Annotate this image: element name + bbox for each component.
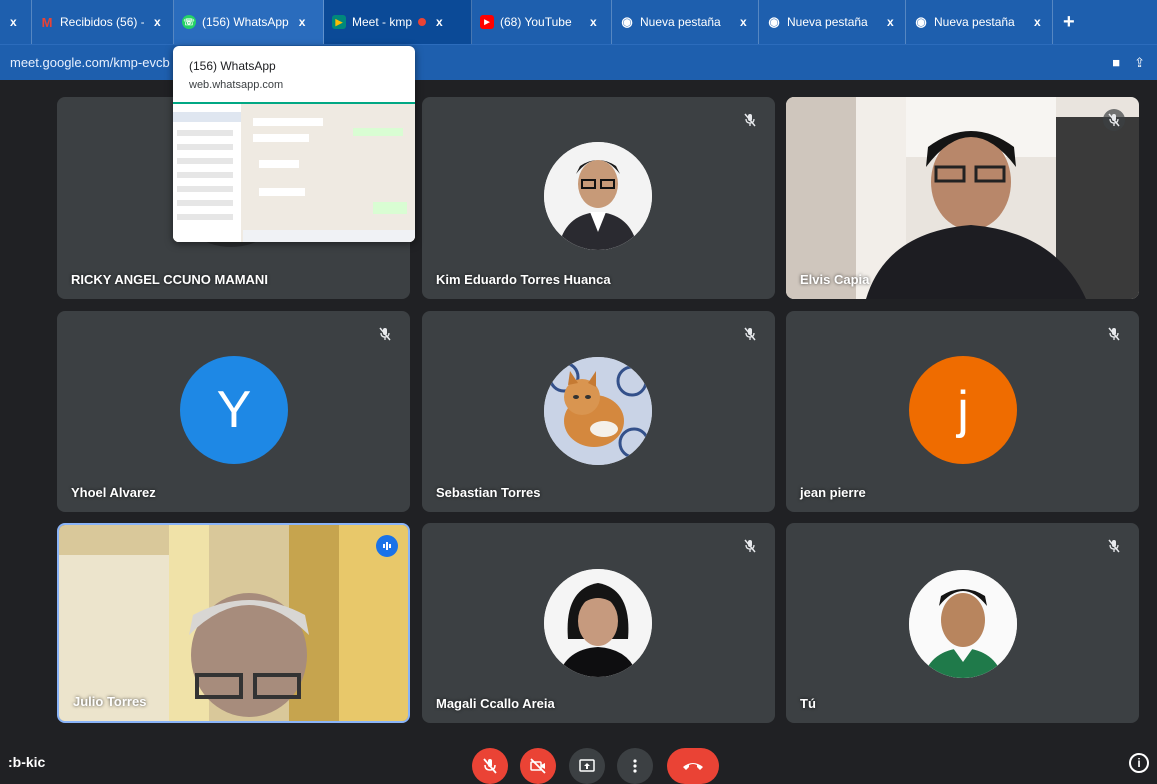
participant-name: Tú <box>800 696 816 711</box>
participant-name: Sebastian Torres <box>436 485 541 500</box>
avatar <box>909 570 1017 678</box>
participant-tile[interactable]: Magali Ccallo Areia <box>422 523 775 723</box>
tab-title: Nueva pestaña <box>934 15 1015 29</box>
youtube-icon: ▶ <box>480 15 494 29</box>
meeting-code: :b-kic <box>8 754 46 770</box>
close-icon[interactable]: x <box>154 15 161 29</box>
chrome-icon: ◉ <box>768 14 780 29</box>
camera-toggle-button[interactable] <box>520 748 556 784</box>
recording-dot-icon <box>418 18 426 26</box>
tab-title: Meet - kmp- <box>352 15 412 29</box>
participant-tile[interactable]: Sebastian Torres <box>422 311 775 512</box>
mic-off-icon <box>374 323 396 345</box>
close-icon[interactable]: x <box>1034 15 1041 29</box>
avatar: Y <box>180 356 288 464</box>
tab-meet[interactable]: ▶ Meet - kmp- x <box>324 0 472 44</box>
gmail-icon: M <box>41 14 53 30</box>
mic-off-icon <box>739 323 761 345</box>
more-options-button[interactable] <box>617 748 653 784</box>
tab-title: (68) YouTube <box>500 15 572 29</box>
url-text[interactable]: meet.google.com/kmp-evcb <box>10 55 170 70</box>
more-vert-icon <box>633 759 637 773</box>
leave-call-button[interactable] <box>667 748 719 784</box>
close-icon[interactable]: x <box>436 15 443 29</box>
tab-new-1[interactable]: ◉ Nueva pestaña x <box>612 0 759 44</box>
avatar <box>544 357 652 465</box>
present-screen-button[interactable] <box>569 748 605 784</box>
participant-tile-speaking[interactable]: Julio Torres <box>57 523 410 723</box>
tab-partial[interactable]: x <box>6 0 32 44</box>
mic-toggle-button[interactable] <box>472 748 508 784</box>
tab-new-3[interactable]: ◉ Nueva pestaña x <box>906 0 1053 44</box>
new-tab-button[interactable]: + <box>1053 11 1085 34</box>
participant-tile[interactable]: Tú <box>786 523 1139 723</box>
camera-off-icon <box>530 758 546 774</box>
avatar <box>544 142 652 250</box>
preview-title: (156) WhatsApp <box>189 59 276 73</box>
avatar <box>544 569 652 677</box>
participant-name: Julio Torres <box>73 694 147 709</box>
tab-title: Recibidos (56) - jc <box>60 15 144 29</box>
participant-name: Yhoel Alvarez <box>71 485 156 500</box>
avatar: j <box>909 356 1017 464</box>
whatsapp-icon: ☏ <box>182 15 196 29</box>
chrome-icon: ◉ <box>915 14 927 29</box>
close-icon[interactable]: x <box>887 15 894 29</box>
mic-off-icon <box>1103 109 1125 131</box>
mic-off-icon <box>739 109 761 131</box>
preview-url: web.whatsapp.com <box>189 79 284 91</box>
tab-youtube[interactable]: ▶ (68) YouTube x <box>472 0 612 44</box>
participant-name: Elvis Capia <box>800 272 870 287</box>
tab-new-2[interactable]: ◉ Nueva pestaña x <box>759 0 906 44</box>
close-icon[interactable]: x <box>10 15 17 29</box>
participant-tile[interactable]: j jean pierre <box>786 311 1139 512</box>
mic-off-icon <box>1103 535 1125 557</box>
participant-video <box>786 97 1139 299</box>
mic-off-icon <box>483 758 497 774</box>
tab-gmail[interactable]: M Recibidos (56) - jc x <box>32 0 174 44</box>
preview-thumbnail <box>173 104 415 242</box>
tab-title: Nueva pestaña <box>787 15 868 29</box>
participant-tile[interactable]: Kim Eduardo Torres Huanca <box>422 97 775 299</box>
chrome-icon: ◉ <box>621 14 633 29</box>
meet-icon: ▶ <box>332 15 346 29</box>
close-icon[interactable]: x <box>740 15 747 29</box>
tab-hover-preview: (156) WhatsApp web.whatsapp.com <box>173 46 415 242</box>
participant-name: Kim Eduardo Torres Huanca <box>436 272 611 287</box>
participant-video <box>59 525 408 721</box>
participant-name: RICKY ANGEL CCUNO MAMANI <box>71 272 268 287</box>
close-icon[interactable]: x <box>590 15 597 29</box>
speaking-indicator-icon <box>376 535 398 557</box>
present-icon <box>579 759 595 772</box>
tab-bar: x M Recibidos (56) - jc x ☏ (156) WhatsA… <box>0 0 1157 44</box>
close-icon[interactable]: x <box>299 15 306 29</box>
mic-off-icon <box>739 535 761 557</box>
participant-tile[interactable]: Elvis Capia <box>786 97 1139 299</box>
tab-whatsapp[interactable]: ☏ (156) WhatsApp x <box>174 0 324 44</box>
participant-name: jean pierre <box>800 485 866 500</box>
participant-tile[interactable]: Y Yhoel Alvarez <box>57 311 410 512</box>
mic-off-icon <box>1103 323 1125 345</box>
share-icon[interactable]: ⇪ <box>1134 55 1145 71</box>
participant-name: Magali Ccallo Areia <box>436 696 555 711</box>
camera-icon[interactable]: ■ <box>1112 55 1120 71</box>
hang-up-icon <box>683 763 703 770</box>
tab-title: (156) WhatsApp <box>202 15 289 29</box>
tab-title: Nueva pestaña <box>640 15 721 29</box>
info-icon[interactable]: i <box>1129 753 1149 773</box>
meeting-controls: :b-kic i <box>0 744 1157 784</box>
